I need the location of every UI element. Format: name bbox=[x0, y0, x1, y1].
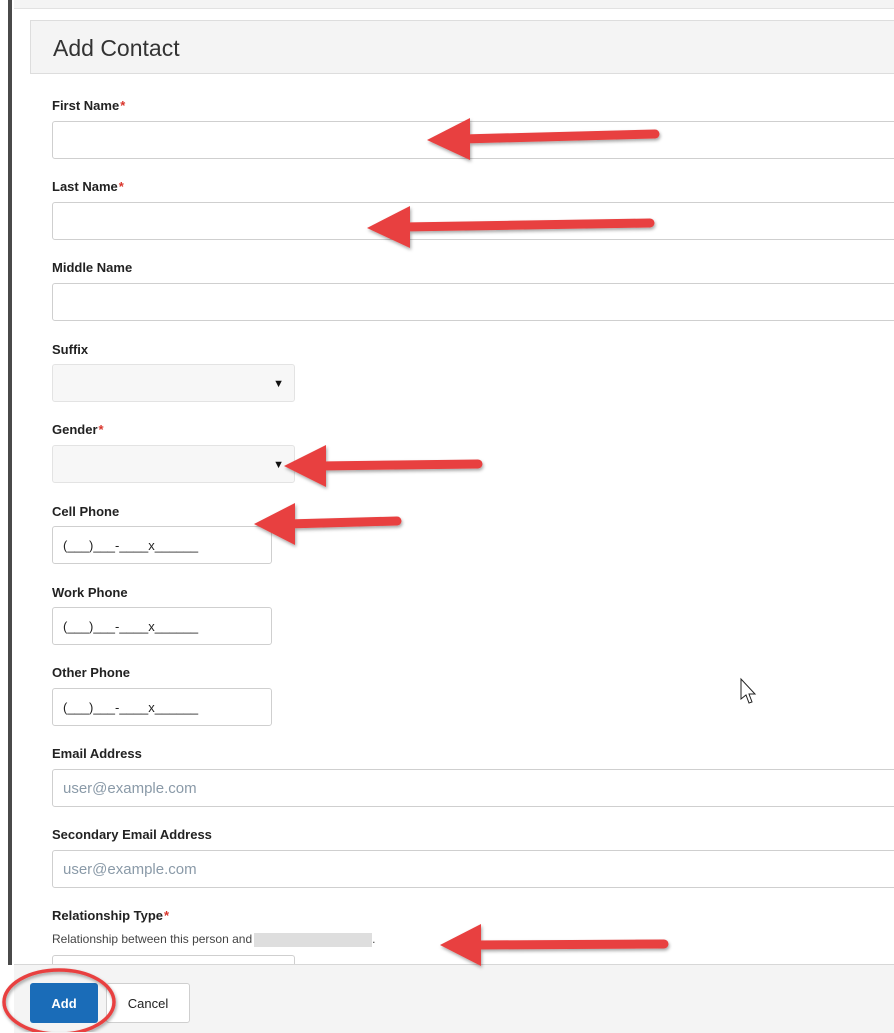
add-contact-panel: Add Contact First Name* Last Name* Middl… bbox=[30, 20, 894, 966]
gender-label: Gender* bbox=[52, 422, 104, 437]
window-top-bar bbox=[14, 0, 894, 9]
first-name-input[interactable] bbox=[52, 121, 894, 159]
middle-name-label: Middle Name bbox=[52, 260, 133, 275]
cancel-button[interactable]: Cancel bbox=[106, 983, 190, 1023]
first-name-label: First Name* bbox=[52, 98, 126, 113]
page-title: Add Contact bbox=[53, 35, 180, 61]
email-label: Email Address bbox=[52, 746, 142, 761]
suffix-select[interactable]: ▼ bbox=[52, 364, 295, 402]
relationship-help-text: Relationship between this person and. bbox=[52, 932, 376, 947]
work-phone-label: Work Phone bbox=[52, 585, 128, 600]
panel-header: Add Contact bbox=[30, 20, 894, 74]
secondary-email-label: Secondary Email Address bbox=[52, 827, 212, 842]
caret-down-icon: ▼ bbox=[273, 459, 284, 471]
gender-select[interactable]: ▼ bbox=[52, 445, 295, 483]
left-border bbox=[8, 0, 12, 965]
required-marker: * bbox=[118, 179, 124, 194]
cell-phone-input[interactable] bbox=[52, 526, 272, 564]
add-button[interactable]: Add bbox=[30, 983, 98, 1023]
required-marker: * bbox=[120, 98, 126, 113]
required-marker: * bbox=[98, 422, 104, 437]
caret-down-icon: ▼ bbox=[273, 378, 284, 390]
required-marker: * bbox=[164, 908, 170, 923]
middle-name-input[interactable] bbox=[52, 283, 894, 321]
last-name-input[interactable] bbox=[52, 202, 894, 240]
other-phone-input[interactable] bbox=[52, 688, 272, 726]
email-field[interactable] bbox=[52, 769, 894, 807]
form-footer: Add Cancel bbox=[14, 964, 894, 1033]
other-phone-label: Other Phone bbox=[52, 665, 131, 680]
last-name-label: Last Name* bbox=[52, 179, 124, 194]
work-phone-input[interactable] bbox=[52, 607, 272, 645]
suffix-label: Suffix bbox=[52, 342, 89, 357]
secondary-email-field[interactable] bbox=[52, 850, 894, 888]
cell-phone-label: Cell Phone bbox=[52, 504, 120, 519]
redacted-name bbox=[254, 932, 373, 947]
relationship-type-label: Relationship Type* bbox=[52, 908, 170, 923]
